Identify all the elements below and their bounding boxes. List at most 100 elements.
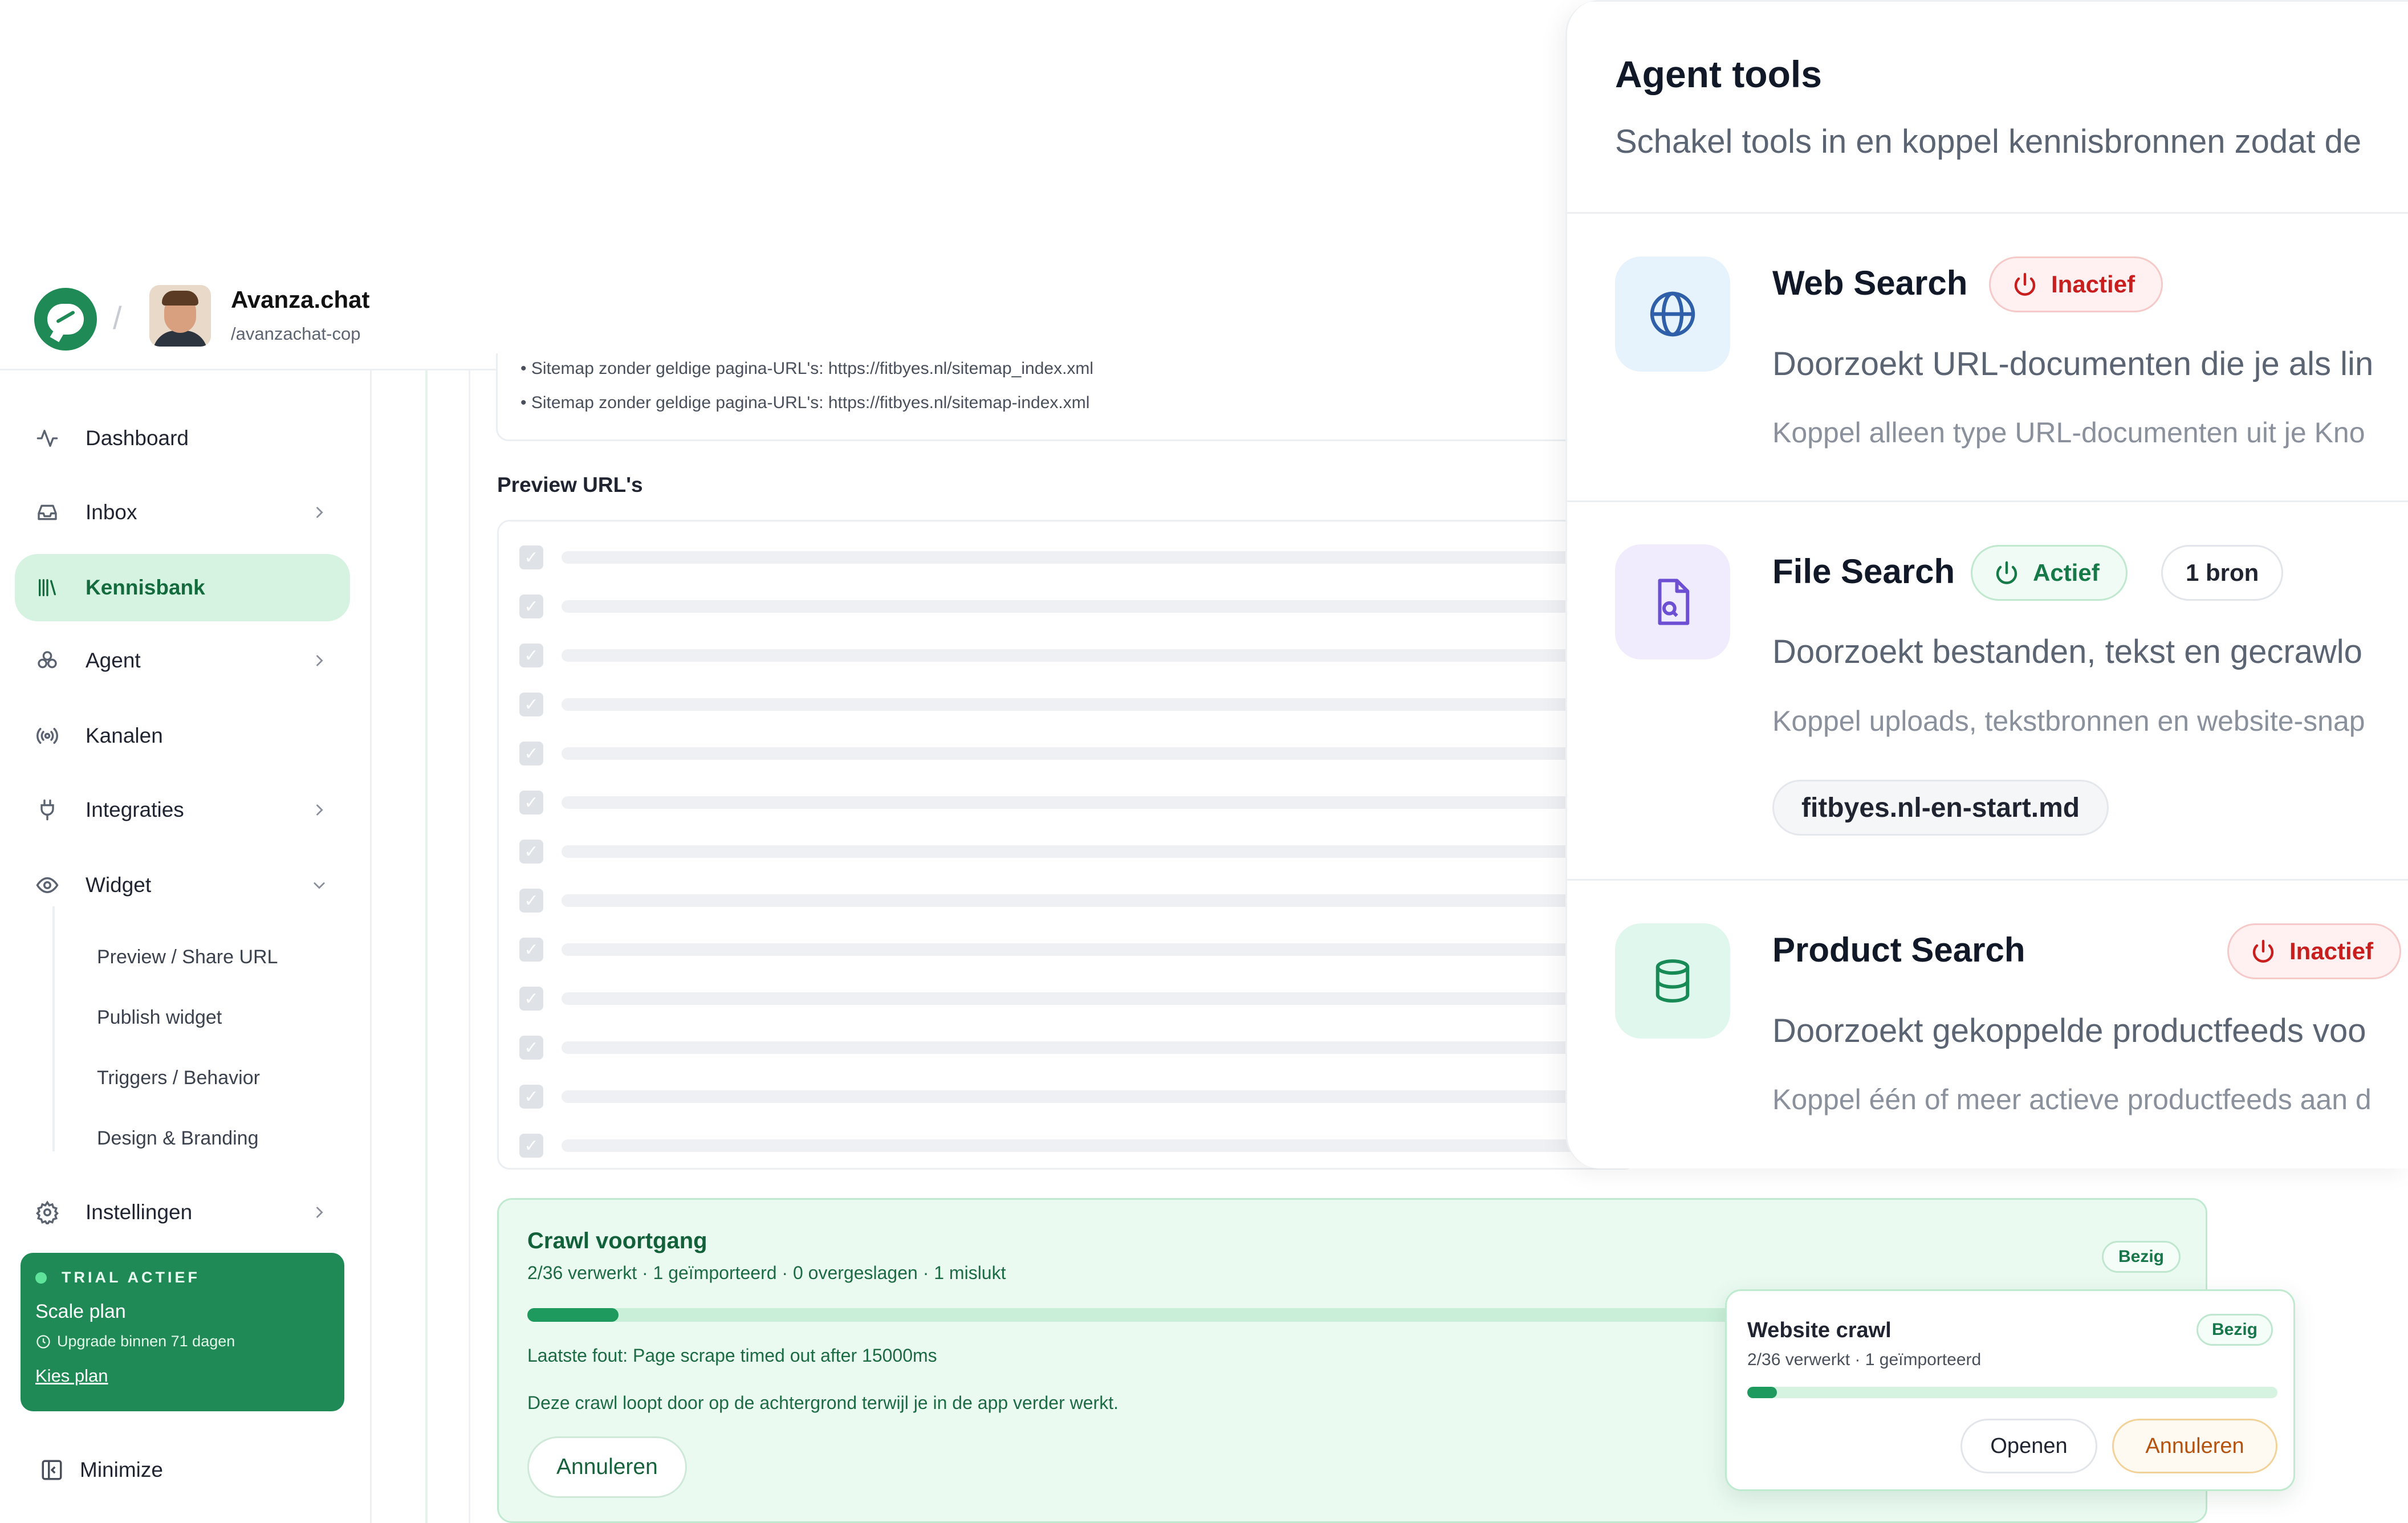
- widget-subnav-rail: [52, 906, 55, 1151]
- checkbox[interactable]: ✓: [519, 545, 543, 569]
- subnav-design-branding[interactable]: Design & Branding: [97, 1127, 259, 1150]
- trial-card: TRIAL ACTIEF Scale plan Upgrade binnen 7…: [21, 1253, 344, 1411]
- preview-urls-heading: Preview URL's: [497, 473, 643, 496]
- preview-url-row[interactable]: ✓: [519, 689, 1639, 718]
- preview-url-row[interactable]: ✓: [519, 934, 1639, 963]
- file-search-status-toggle[interactable]: Actief: [1971, 545, 2128, 601]
- inbox-icon: [34, 499, 60, 526]
- trial-upgrade-note: Upgrade binnen 71 dagen: [35, 1333, 235, 1350]
- sidebar-collapse-icon: [42, 1460, 62, 1480]
- divider: [1567, 212, 2408, 214]
- status-label: Inactief: [2051, 271, 2136, 298]
- crawl-title: Crawl voortgang: [527, 1228, 707, 1253]
- preview-url-row[interactable]: ✓: [519, 1081, 1639, 1110]
- checkbox[interactable]: ✓: [519, 644, 543, 667]
- org-name[interactable]: Avanza.chat: [231, 286, 370, 313]
- divider: [1567, 879, 2408, 881]
- panel-title: Agent tools: [1615, 53, 1822, 95]
- sidebar-item-kanalen[interactable]: Kanalen: [15, 702, 350, 769]
- trial-title: TRIAL ACTIEF: [62, 1269, 200, 1286]
- checkbox[interactable]: ✓: [519, 1134, 543, 1158]
- subnav-publish-widget[interactable]: Publish widget: [97, 1007, 222, 1029]
- sidebar-item-integraties[interactable]: Integraties: [15, 776, 350, 844]
- chevron-right-icon: [308, 1201, 331, 1224]
- preview-url-row[interactable]: ✓: [519, 787, 1639, 816]
- sidebar-item-agent[interactable]: Agent: [15, 627, 350, 694]
- checkbox[interactable]: ✓: [519, 1036, 543, 1060]
- preview-url-row[interactable]: ✓: [519, 542, 1639, 571]
- power-icon: [2252, 939, 2274, 963]
- subnav-triggers-behavior[interactable]: Triggers / Behavior: [97, 1067, 260, 1089]
- file-chip[interactable]: fitbyes.nl-en-start.md: [1772, 780, 2109, 836]
- avatar[interactable]: [149, 285, 211, 347]
- checkbox[interactable]: ✓: [519, 594, 543, 618]
- preview-url-row[interactable]: ✓: [519, 1032, 1639, 1061]
- content-divider: [469, 370, 470, 1523]
- sidebar-item-label: Inbox: [86, 500, 137, 524]
- status-label: Actief: [2033, 559, 2100, 586]
- web-search-status-toggle[interactable]: Inactief: [1989, 256, 2163, 312]
- subnav-preview-share-url[interactable]: Preview / Share URL: [97, 946, 278, 968]
- eye-icon: [34, 872, 60, 898]
- open-button[interactable]: Openen: [1960, 1419, 2097, 1473]
- activity-icon: [34, 425, 60, 451]
- cancel-button[interactable]: Annuleren: [2112, 1419, 2277, 1473]
- cancel-crawl-button[interactable]: Annuleren: [527, 1436, 687, 1498]
- divider: [1567, 500, 2408, 502]
- agent-tools-panel: Agent tools Schakel tools in en koppel k…: [1565, 0, 2408, 1168]
- status-label: Inactief: [2289, 938, 2374, 964]
- url-placeholder: [562, 1139, 1639, 1152]
- checkbox[interactable]: ✓: [519, 1085, 543, 1109]
- url-placeholder: [562, 698, 1639, 711]
- sidebar-item-widget[interactable]: Widget: [15, 852, 350, 919]
- checkbox[interactable]: ✓: [519, 840, 543, 864]
- clock-icon: [36, 1334, 50, 1349]
- minimize-button[interactable]: Minimize: [40, 1458, 163, 1482]
- checkbox[interactable]: ✓: [519, 987, 543, 1011]
- checkbox[interactable]: ✓: [519, 938, 543, 962]
- sidebar-item-dashboard[interactable]: Dashboard: [15, 405, 350, 472]
- sidebar-item-inbox[interactable]: Inbox: [15, 479, 350, 546]
- preview-url-row[interactable]: ✓: [519, 640, 1639, 669]
- tool-name-product-search: Product Search: [1772, 931, 2025, 969]
- sidebar-item-instellingen[interactable]: Instellingen: [15, 1179, 350, 1246]
- app-logo[interactable]: [34, 288, 97, 351]
- chevron-down-icon: [308, 874, 331, 897]
- checkbox[interactable]: ✓: [519, 693, 543, 716]
- checkbox[interactable]: ✓: [519, 742, 543, 765]
- tool-hint: Koppel alleen type URL-documenten uit je…: [1772, 417, 2365, 449]
- preview-url-row[interactable]: ✓: [519, 591, 1639, 620]
- sitemap-error-box: • Sitemap zonder geldige pagina-URL's: h…: [496, 353, 1625, 441]
- url-placeholder: [562, 845, 1639, 858]
- preview-url-row[interactable]: ✓: [519, 738, 1639, 767]
- crawl-progress-fill: [527, 1308, 619, 1322]
- preview-url-row[interactable]: ✓: [519, 836, 1639, 865]
- power-icon: [2014, 272, 2036, 296]
- chat-logo-icon: [47, 304, 84, 335]
- url-placeholder: [562, 992, 1639, 1005]
- sitemap-error-line: • Sitemap zonder geldige pagina-URL's: h…: [520, 393, 1090, 412]
- tool-description: Doorzoekt bestanden, tekst en gecrawlo: [1772, 633, 2362, 670]
- preview-url-row[interactable]: ✓: [519, 885, 1639, 914]
- sidebar-item-kennisbank[interactable]: Kennisbank: [15, 554, 350, 621]
- trial-upgrade-text: Upgrade binnen 71 dagen: [57, 1333, 235, 1350]
- checkbox[interactable]: ✓: [519, 889, 543, 913]
- choose-plan-link[interactable]: Kies plan: [35, 1366, 108, 1386]
- url-placeholder: [562, 894, 1639, 907]
- trial-plan: Scale plan: [35, 1301, 126, 1322]
- url-placeholder: [562, 1041, 1639, 1054]
- content-rail: [425, 370, 428, 1523]
- website-crawl-popup: Website crawl 2/36 verwerkt · 1 geïmport…: [1725, 1289, 2295, 1491]
- product-search-status-toggle[interactable]: Inactief: [2227, 923, 2402, 979]
- globe-icon: [1615, 256, 1730, 372]
- preview-url-row[interactable]: ✓: [519, 1130, 1639, 1159]
- checkbox[interactable]: ✓: [519, 791, 543, 815]
- sitemap-error-line: • Sitemap zonder geldige pagina-URL's: h…: [520, 359, 1094, 378]
- preview-url-row[interactable]: ✓: [519, 983, 1639, 1012]
- power-icon: [1996, 561, 2017, 584]
- url-placeholder: [562, 551, 1639, 564]
- breadcrumb-separator: /: [113, 300, 122, 336]
- url-placeholder: [562, 943, 1639, 956]
- library-icon: [34, 575, 60, 601]
- sidebar-item-label: Instellingen: [86, 1200, 193, 1224]
